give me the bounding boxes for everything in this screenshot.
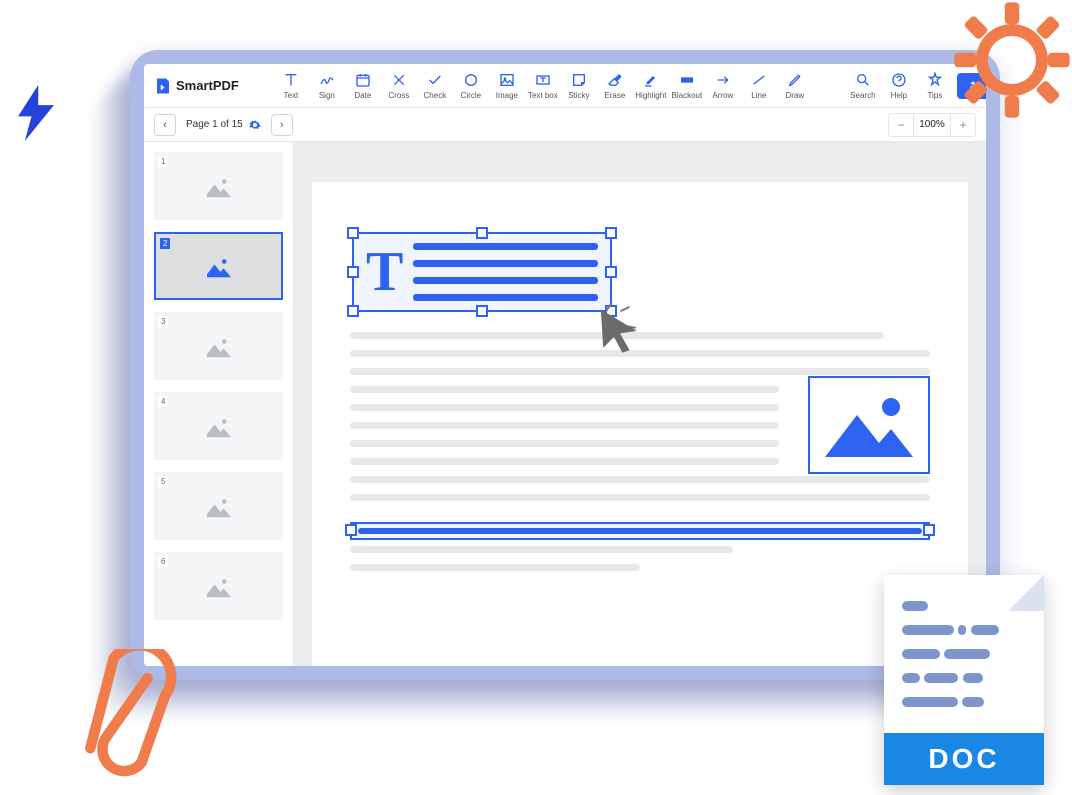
thumbnail-sidebar: 1 2 3 4 5 6 (144, 142, 294, 666)
help-icon (891, 72, 907, 88)
doc-label: DOC (884, 733, 1044, 785)
text-selection-box[interactable]: T (352, 232, 612, 312)
line-selection-box[interactable] (350, 522, 930, 540)
thumbnail-3[interactable]: 3 (154, 312, 283, 380)
tool-circle[interactable]: Circle (453, 72, 489, 100)
thumb-number: 4 (158, 396, 168, 407)
tool-label: Search (850, 91, 875, 100)
settings-icon[interactable] (249, 119, 261, 131)
image-icon (204, 494, 234, 518)
tool-label: Check (424, 91, 447, 100)
blackout-icon (679, 72, 695, 88)
tool-cross[interactable]: Cross (381, 72, 417, 100)
textbox-icon (535, 72, 551, 88)
sub-toolbar: ‹ Page 1 of 15 › − 100% + (144, 108, 986, 142)
sticky-icon (571, 72, 587, 88)
toolbar: SmartPDF Text Sign Date Cross Check Circle Ima… (144, 64, 986, 108)
tool-draw[interactable]: Draw (777, 72, 813, 100)
image-icon (499, 72, 515, 88)
tool-label: Cross (388, 91, 409, 100)
tool-arrow[interactable]: Arrow (705, 72, 741, 100)
document-page[interactable]: T (312, 182, 968, 666)
tool-check[interactable]: Check (417, 72, 453, 100)
tool-label: Highlight (635, 91, 666, 100)
thumbnail-6[interactable]: 6 (154, 552, 283, 620)
thumbnail-5[interactable]: 5 (154, 472, 283, 540)
tool-label: Sign (319, 91, 335, 100)
text-icon (283, 72, 299, 88)
paperclip-icon (80, 649, 180, 789)
tool-sticky[interactable]: Sticky (561, 72, 597, 100)
next-page-button[interactable]: › (271, 114, 293, 136)
tool-label: Line (751, 91, 766, 100)
tool-label: Blackout (672, 91, 703, 100)
tool-date[interactable]: Date (345, 72, 381, 100)
gear-icon (952, 0, 1072, 120)
tool-search[interactable]: Search (845, 72, 881, 100)
tool-label: Text box (528, 91, 558, 100)
image-icon (204, 414, 234, 438)
tool-line[interactable]: Line (741, 72, 777, 100)
tool-label: Erase (604, 91, 625, 100)
tool-sign[interactable]: Sign (309, 72, 345, 100)
image-placeholder[interactable] (808, 376, 930, 474)
image-icon (204, 174, 234, 198)
search-icon (855, 72, 871, 88)
lightning-icon (12, 85, 60, 141)
circle-icon (463, 72, 479, 88)
prev-page-button[interactable]: ‹ (154, 114, 176, 136)
tool-text[interactable]: Text (273, 72, 309, 100)
tool-highlight[interactable]: Highlight (633, 72, 669, 100)
image-icon (204, 334, 234, 358)
page-indicator: Page 1 of 15 (186, 119, 261, 131)
image-icon (204, 254, 234, 278)
check-icon (427, 72, 443, 88)
thumbnail-4[interactable]: 4 (154, 392, 283, 460)
tool-label: Date (354, 91, 371, 100)
line-icon (751, 72, 767, 88)
tool-blackout[interactable]: Blackout (669, 72, 705, 100)
tool-textbox[interactable]: Text box (525, 72, 561, 100)
app-window: SmartPDF Text Sign Date Cross Check Circle Ima… (130, 50, 1000, 680)
draw-icon (787, 72, 803, 88)
tool-image[interactable]: Image (489, 72, 525, 100)
tool-erase[interactable]: Erase (597, 72, 633, 100)
zoom-value: 100% (913, 114, 951, 136)
thumbnail-1[interactable]: 1 (154, 152, 283, 220)
cursor-icon (596, 307, 644, 355)
thumb-number: 5 (158, 476, 168, 487)
tool-label: Tips (927, 91, 942, 100)
highlight-icon (643, 72, 659, 88)
canvas: T (294, 142, 986, 666)
tool-label: Image (496, 91, 518, 100)
zoom-out-button[interactable]: − (889, 114, 913, 136)
tool-label: Arrow (712, 91, 733, 100)
thumbnail-2[interactable]: 2 (154, 232, 283, 300)
tool-label: Draw (786, 91, 805, 100)
arrow-icon (715, 72, 731, 88)
tool-help[interactable]: Help (881, 72, 917, 100)
tool-label: Text (284, 91, 299, 100)
app-logo: SmartPDF (154, 77, 239, 95)
thumb-number: 2 (160, 238, 170, 249)
sign-icon (319, 72, 335, 88)
tips-icon (927, 72, 943, 88)
date-icon (355, 72, 371, 88)
doc-file-badge: DOC (884, 575, 1044, 785)
erase-icon (607, 72, 623, 88)
tool-label: Circle (461, 91, 481, 100)
tool-tips[interactable]: Tips (917, 72, 953, 100)
thumb-number: 6 (158, 556, 168, 567)
image-icon (204, 574, 234, 598)
cross-icon (391, 72, 407, 88)
text-tool-glyph: T (366, 250, 403, 295)
tool-label: Sticky (568, 91, 589, 100)
thumb-number: 1 (158, 156, 168, 167)
tool-label: Help (891, 91, 907, 100)
thumb-number: 3 (158, 316, 168, 327)
